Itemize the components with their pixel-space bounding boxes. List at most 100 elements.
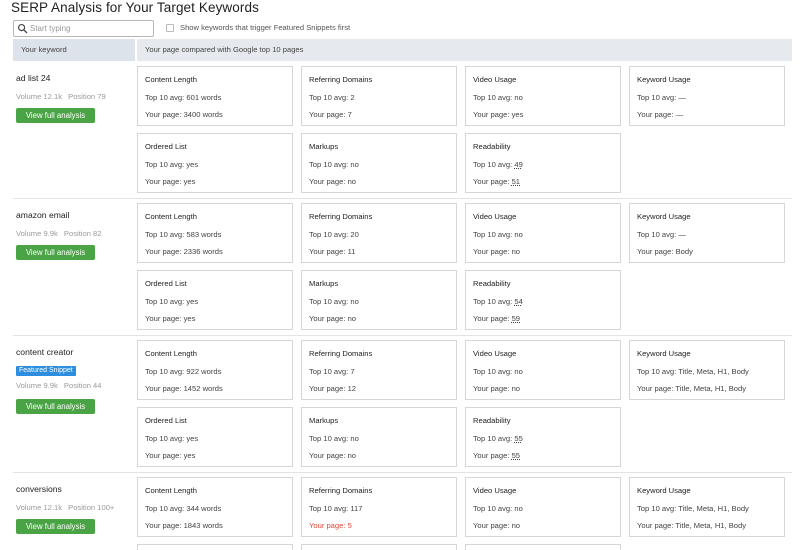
metric-card-content-length: Content Length Top 10 avg: 601 words You…	[137, 66, 293, 126]
metric-top10-avg: Top 10 avg: no	[473, 230, 523, 239]
metric-title: Ordered List	[145, 279, 187, 288]
readability-score-link[interactable]: 54	[514, 297, 522, 306]
metric-card-readability: Readability Top 10 avg: 54 Your page: 59	[465, 270, 621, 330]
metric-card-ordered-list: Ordered List Top 10 avg: yes Your page: …	[137, 407, 293, 467]
keyword-search-input[interactable]	[30, 21, 148, 36]
metric-your-page: Your page: —	[637, 110, 684, 119]
metric-card-content-length: Content Length Top 10 avg: 922 words You…	[137, 340, 293, 400]
metric-title: Content Length	[145, 212, 197, 221]
metric-label: Your page:	[473, 314, 512, 323]
metric-title: Markups	[309, 142, 339, 151]
keyword-row: amazon email Volume 9.9k Position 82 Vie…	[13, 199, 792, 336]
metric-label: Top 10 avg:	[473, 434, 515, 443]
metric-card-ordered-list: Ordered List Top 10 avg: yes Your page: …	[137, 270, 293, 330]
header-comparison-label: Your page compared with Google top 10 pa…	[145, 45, 304, 54]
metric-title: Markups	[309, 416, 339, 425]
metric-your-page: Your page: no	[309, 451, 357, 460]
keyword-volume: Volume 12.1k	[16, 92, 63, 101]
metric-your-page: Your page: yes	[145, 451, 196, 460]
metric-your-page: Your page: 7	[309, 110, 352, 119]
metric-card-readability: Readability Top 10 avg: 49 Your page: 51	[465, 133, 621, 193]
metric-your-page-warning: Your page: 5	[309, 521, 352, 530]
metric-title: Readability	[473, 142, 511, 151]
readability-score-link[interactable]: 55	[512, 451, 520, 460]
metric-card-markups: Markups Top 10 avg: no Your page: no	[301, 133, 457, 193]
metric-card-content-length: Content Length Top 10 avg: 583 words You…	[137, 203, 293, 263]
readability-score-link[interactable]: 49	[514, 160, 522, 169]
metric-your-page: Your page: Body	[637, 247, 693, 256]
metric-top10-avg: Top 10 avg: no	[309, 297, 359, 306]
metric-title: Markups	[309, 279, 339, 288]
metric-title: Referring Domains	[309, 486, 373, 495]
metric-your-page: Your page: yes	[473, 110, 524, 119]
metric-card-referring-domains: Referring Domains Top 10 avg: 2 Your pag…	[301, 66, 457, 126]
metric-card-ordered-list: Ordered List Top 10 avg: yes Your page: …	[137, 133, 293, 193]
view-full-analysis-button[interactable]: View full analysis	[16, 519, 95, 534]
readability-score-link[interactable]: 59	[512, 314, 520, 323]
view-full-analysis-button[interactable]: View full analysis	[16, 245, 95, 260]
metric-label: Top 10 avg:	[473, 160, 515, 169]
metric-card-partial	[301, 544, 457, 550]
metric-top10-avg: Top 10 avg: —	[637, 230, 686, 239]
metric-label: Top 10 avg:	[473, 297, 515, 306]
featured-snippet-checkbox[interactable]	[166, 23, 174, 32]
keyword-row: conversions Volume 12.1k Position 100+ V…	[13, 473, 792, 550]
metric-title: Keyword Usage	[637, 349, 691, 358]
readability-score-link[interactable]: 55	[514, 434, 522, 443]
metric-card-video-usage: Video Usage Top 10 avg: no Your page: no	[465, 203, 621, 263]
metric-your-page: Your page: Title, Meta, H1, Body	[637, 384, 747, 393]
metric-title: Content Length	[145, 349, 197, 358]
metric-top10-avg: Top 10 avg: 7	[309, 367, 355, 376]
keyword-stats: Volume 9.9k Position 82	[16, 229, 102, 238]
metric-top10-avg: Top 10 avg: 54	[473, 297, 523, 306]
keyword-name: ad list 24	[16, 73, 51, 83]
keyword-search-input-wrapper[interactable]	[13, 20, 154, 37]
metric-card-referring-domains: Referring Domains Top 10 avg: 20 Your pa…	[301, 203, 457, 263]
metric-title: Video Usage	[473, 75, 517, 84]
readability-score-link[interactable]: 51	[512, 177, 520, 186]
metric-top10-avg: Top 10 avg: 55	[473, 434, 523, 443]
metric-title: Ordered List	[145, 142, 187, 151]
featured-snippet-toggle[interactable]: Show keywords that trigger Featured Snip…	[166, 23, 350, 32]
metric-your-page: Your page: yes	[145, 314, 196, 323]
metric-top10-avg: Top 10 avg: 2	[309, 93, 355, 102]
metric-top10-avg: Top 10 avg: yes	[145, 434, 199, 443]
view-full-analysis-button[interactable]: View full analysis	[16, 108, 95, 123]
metric-title: Video Usage	[473, 349, 517, 358]
metric-your-page: Your page: 1843 words	[145, 521, 223, 530]
metric-card-video-usage: Video Usage Top 10 avg: no Your page: no	[465, 477, 621, 537]
metric-top10-avg: Top 10 avg: 117	[309, 504, 363, 513]
keyword-stats: Volume 12.1k Position 100+	[16, 503, 114, 512]
metric-top10-avg: Top 10 avg: 922 words	[145, 367, 222, 376]
metric-your-page: Your page: no	[473, 384, 521, 393]
metric-your-page: Your page: 2336 words	[145, 247, 223, 256]
metric-top10-avg: Top 10 avg: Title, Meta, H1, Body	[637, 504, 749, 513]
view-full-analysis-button[interactable]: View full analysis	[16, 399, 95, 414]
metric-title: Keyword Usage	[637, 486, 691, 495]
metric-title: Video Usage	[473, 212, 517, 221]
metric-top10-avg: Top 10 avg: yes	[145, 160, 199, 169]
metric-top10-avg: Top 10 avg: 583 words	[145, 230, 222, 239]
metric-card-partial	[465, 544, 621, 550]
metric-card-partial	[137, 544, 293, 550]
metric-title: Content Length	[145, 486, 197, 495]
metric-top10-avg: Top 10 avg: 49	[473, 160, 523, 169]
metric-card-referring-domains: Referring Domains Top 10 avg: 117 Your p…	[301, 477, 457, 537]
metric-top10-avg: Top 10 avg: no	[473, 367, 523, 376]
metric-title: Referring Domains	[309, 212, 373, 221]
metric-your-page: Your page: 1452 words	[145, 384, 223, 393]
metric-title: Keyword Usage	[637, 212, 691, 221]
metric-top10-avg: Top 10 avg: no	[473, 93, 523, 102]
keyword-position: Position 79	[68, 92, 106, 101]
keyword-position: Position 44	[63, 381, 102, 390]
metric-label: Your page:	[473, 177, 512, 186]
metric-your-page: Your page: 11	[309, 247, 356, 256]
metric-top10-avg: Top 10 avg: no	[309, 434, 359, 443]
metric-card-keyword-usage: Keyword Usage Top 10 avg: Title, Meta, H…	[629, 340, 785, 400]
metric-title: Readability	[473, 416, 511, 425]
metric-card-video-usage: Video Usage Top 10 avg: no Your page: no	[465, 340, 621, 400]
metric-your-page: Your page: 51	[473, 177, 520, 186]
keyword-volume: Volume 9.9k	[16, 229, 58, 238]
metric-your-page: Your page: 59	[473, 314, 520, 323]
metric-top10-avg: Top 10 avg: 20	[309, 230, 359, 239]
